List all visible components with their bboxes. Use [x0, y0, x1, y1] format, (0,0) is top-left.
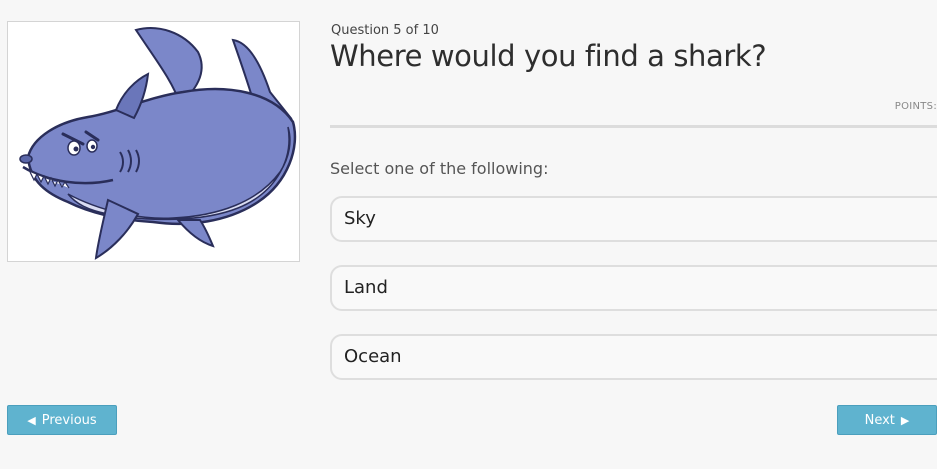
- caret-left-icon: ◀: [27, 413, 36, 427]
- answer-option-label: Ocean: [344, 346, 402, 367]
- points-label: POINTS:: [894, 101, 937, 112]
- answer-option-land[interactable]: Land: [330, 265, 937, 311]
- previous-button[interactable]: ◀ Previous: [7, 405, 117, 435]
- question-title: Where would you find a shark?: [330, 39, 767, 73]
- answer-option-ocean[interactable]: Ocean: [330, 334, 937, 380]
- shark-illustration: [19, 27, 297, 260]
- answer-option-label: Land: [344, 277, 388, 298]
- divider: [330, 125, 937, 128]
- next-button[interactable]: Next ▶: [837, 405, 937, 435]
- caret-right-icon: ▶: [900, 413, 910, 427]
- answer-option-label: Sky: [344, 208, 376, 229]
- question-progress: Question 5 of 10: [331, 23, 439, 38]
- question-image: [7, 21, 300, 262]
- next-button-label: Next: [864, 412, 895, 428]
- answer-option-sky[interactable]: Sky: [330, 196, 937, 242]
- previous-button-label: Previous: [41, 412, 97, 428]
- instruction-text: Select one of the following:: [330, 159, 549, 178]
